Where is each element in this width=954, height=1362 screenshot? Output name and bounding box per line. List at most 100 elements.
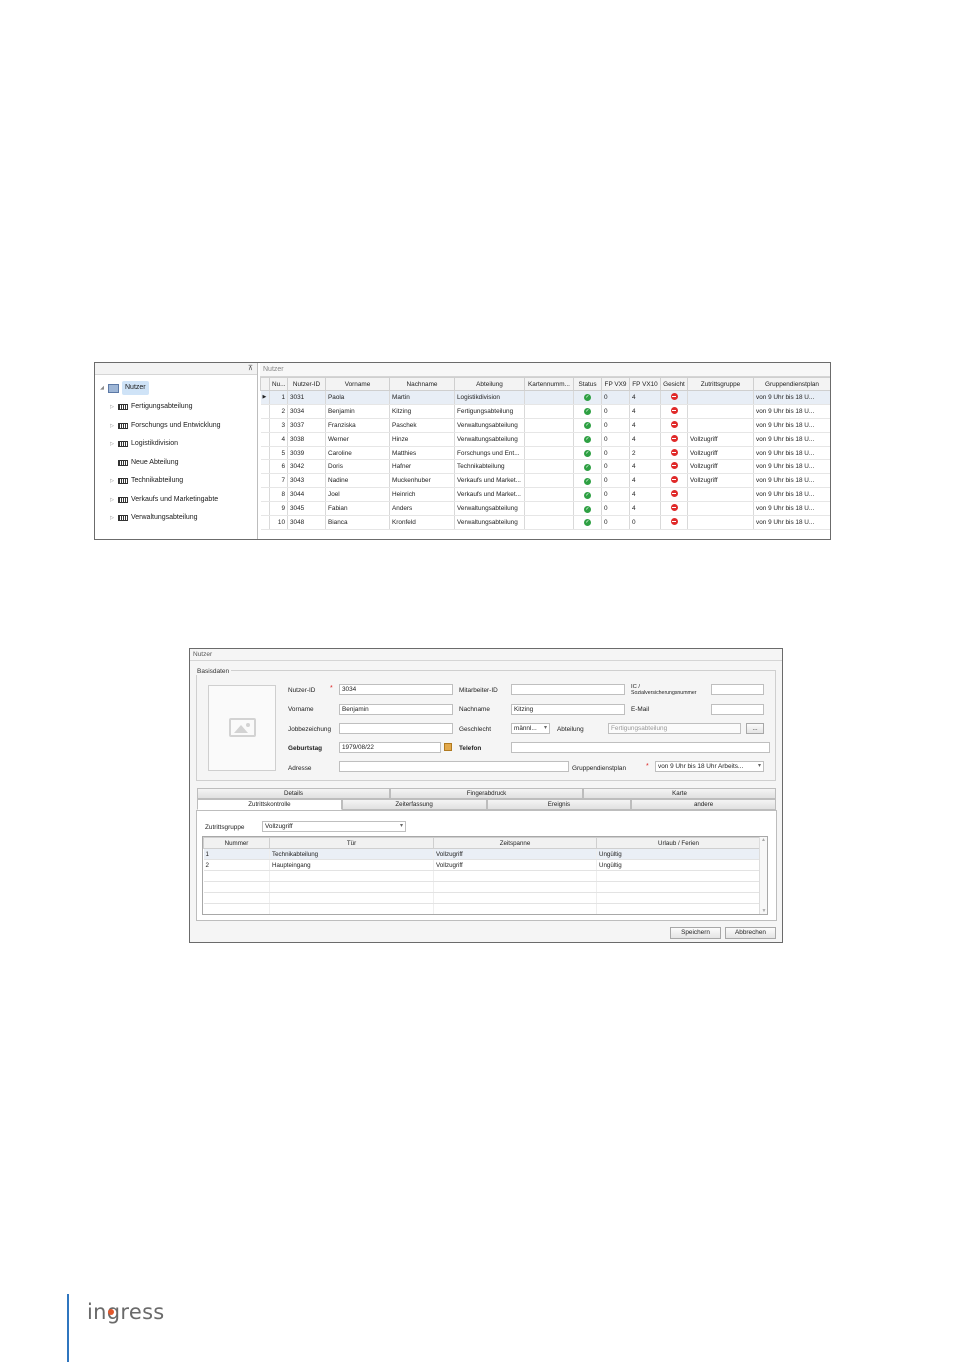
mitarbeiter-id-field[interactable] [511,684,625,695]
save-button[interactable]: Speichern [670,927,721,939]
email-field[interactable] [711,704,764,715]
vorname-cell: Nadine [325,473,390,489]
tab-zutrittskontrolle[interactable]: Zutrittskontrolle [197,799,342,810]
table-row[interactable]: 7 3043 Nadine Muckenhuber Verkaufs und Marke… [260,473,830,489]
gruppendienstplan-cell: von 9 Uhr bis 18 U... [753,459,830,475]
table-row[interactable]: 9 3045 Fabian Anders Verwaltungsabteilung ✓ 0 4… [260,501,830,517]
zutrittsgruppe-select[interactable]: Vollzugriff [262,821,406,832]
cancel-button[interactable]: Abbrechen [725,927,776,939]
access-row[interactable]: 2 Haupteingang Vollzugriff Ungültig [203,859,761,871]
tree-item-label: Technikabteilung [131,477,184,484]
tab-fingerabdruck[interactable]: Fingerabdruck [390,788,583,799]
calendar-icon[interactable] [444,743,452,751]
fp-vx10-cell: 4 [629,459,661,475]
table-row[interactable]: 10 3048 Bianca Kronfeld Verwaltungsabteilung… [260,515,830,530]
geburtstag-label: Geburtstag [288,745,323,752]
nachname-cell: Kronfeld [389,515,455,530]
expand-arrow-icon[interactable]: ▷ [108,511,116,525]
table-row[interactable]: 5 3039 Caroline Matthies Forschungs und Ent.… [260,446,830,461]
vorname-cell: Franziska [325,418,390,433]
geschlecht-select[interactable]: männl... [511,723,550,734]
fp-vx10-cell: 4 [629,487,661,503]
mitarbeiter-id-label: Mitarbeiter-ID [459,687,498,694]
tree-item-6[interactable]: ▷ Verwaltungsabteilung [108,511,198,525]
required-mark-2: * [646,763,649,770]
telefon-field[interactable] [511,742,770,753]
column-header[interactable]: Nutzer-ID [287,377,326,391]
pin-icon[interactable]: ⊼ [248,364,253,372]
tree-root-nutzer[interactable]: ◢ Nutzer [98,381,149,395]
nachname-field[interactable]: Kitzing [511,704,625,715]
column-header[interactable]: Kartennumm... [524,377,574,391]
column-header[interactable]: Nachname [389,377,455,391]
vorname-cell: Fabian [325,501,390,517]
department-icon [118,422,128,429]
tree-item-label: Logistikdivision [131,440,179,447]
column-header[interactable]: Abteilung [454,377,525,391]
empty-cell [596,892,761,904]
status-ok-icon: ✓ [584,408,591,416]
tab-karte[interactable]: Karte [583,788,776,799]
column-header[interactable]: Vorname [325,377,390,391]
table-row[interactable]: 6 3042 Doris Hafner Technikabteilung ✓ 0 4 Vollz… [260,459,830,475]
abteilung-field[interactable]: Fertigungsabteilung [608,723,741,734]
column-header[interactable]: Nu... [269,377,288,391]
access-row[interactable]: 1 Technikabteilung Vollzugriff Ungültig [203,848,761,860]
tree-item-2[interactable]: ▷ Logistikdivision [108,437,178,451]
collapse-arrow-icon[interactable]: ◢ [98,381,106,395]
fp-vx10-cell: 4 [629,501,661,517]
tab-zeiterfassung[interactable]: Zeiterfassung [341,799,487,810]
expand-arrow-icon[interactable]: ▷ [108,400,116,414]
table-row[interactable]: ▶ 1 3031 Paola Martin Logistikdivision ✓ 0 4 von … [260,390,830,405]
abteilung-browse-button[interactable]: ... [746,723,764,734]
tab-ereignis[interactable]: Ereignis [486,799,632,810]
gruppendienstplan-select[interactable]: von 9 Uhr bis 18 Uhr Arbeits... [655,761,764,772]
column-header[interactable]: FP VX10 [629,377,661,391]
zutrittsgruppe-cell [687,404,754,419]
column-header[interactable]: Gesicht [660,377,688,391]
tree-panel-header: ⊼ [95,363,257,375]
column-header[interactable]: Status [573,377,602,391]
face-disabled-icon [670,517,678,525]
tab-details[interactable]: Details [197,788,390,799]
expand-arrow-icon[interactable]: ▷ [108,419,116,433]
tree-item-1[interactable]: ▷ Forschungs und Entwicklung [108,419,221,433]
jobbezeichnung-field[interactable] [339,723,453,734]
scroll-up-icon[interactable]: ▲ [760,837,767,843]
expand-arrow-icon[interactable]: ▷ [108,493,116,507]
expand-arrow-icon[interactable]: ▷ [108,474,116,488]
geburtstag-field[interactable]: 1979/08/22 [339,742,441,753]
tree-item-3[interactable]: Neue Abteilung [108,456,178,470]
tab-row-1: Details Fingerabdruck Karte [197,788,776,799]
kartennummer-cell [524,487,574,503]
tree-item-5[interactable]: ▷ Verkaufs und Marketingabte [108,493,218,507]
fp-vx10-cell: 4 [629,404,661,419]
nutzer-id-field[interactable]: 3034 [339,684,453,695]
table-row[interactable]: 8 3044 Joel Heinrich Verkaufs und Market... ✓… [260,487,830,503]
table-row[interactable]: 3 3037 Franziska Paschek Verwaltungsabteilun… [260,418,830,433]
scroll-down-icon[interactable]: ▼ [760,908,767,914]
tab-andere[interactable]: andere [631,799,776,810]
user-photo[interactable] [208,685,276,771]
status-cell: ✓ [573,432,602,447]
gesicht-cell [660,418,688,433]
access-column-header[interactable]: Urlaub / Ferien [596,837,761,849]
table-row[interactable]: 4 3038 Werner Hinze Verwaltungsabteilung ✓ 0 4 V… [260,432,830,447]
access-table-scrollbar[interactable]: ▲ ▼ [759,837,767,914]
tree-item-4[interactable]: ▷ Technikabteilung [108,474,183,488]
vorname-label: Vorname [288,706,314,713]
access-column-header[interactable]: Nummer [203,837,270,849]
access-column-header[interactable]: Zeitspanne [433,837,597,849]
vorname-field[interactable]: Benjamin [339,704,453,715]
nachname-cell: Hinze [389,432,455,447]
adresse-field[interactable] [339,761,569,772]
ic-field[interactable] [711,684,764,695]
expand-arrow-icon[interactable]: ▷ [108,437,116,451]
table-row[interactable]: 2 3034 Benjamin Kitzing Fertigungsabteilung ✓… [260,404,830,419]
status-ok-icon: ✓ [584,436,591,444]
column-header[interactable]: Gruppendienstplan [753,377,830,391]
column-header[interactable]: Zutrittsgruppe [687,377,754,391]
access-column-header[interactable]: Tür [269,837,434,849]
tree-item-0[interactable]: ▷ Fertigungsabteilung [108,400,193,414]
column-header[interactable]: FP VX9 [601,377,630,391]
